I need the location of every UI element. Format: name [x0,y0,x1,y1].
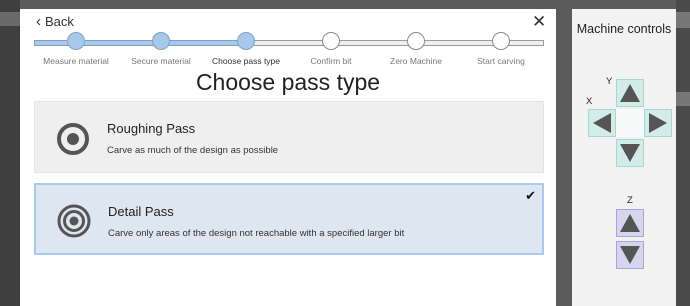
checkmark-icon: ✔ [525,188,536,203]
arrow-left-icon [593,113,611,133]
step-dot [407,32,425,50]
step-dot [492,32,510,50]
step-start-carving: Start carving [459,32,543,66]
carve-dialog: ‹ Back ✕ Measure material Secure materia… [20,9,556,306]
step-dot [152,32,170,50]
background-right-edge [676,0,690,306]
arrow-up-icon [620,84,640,102]
step-dot [237,32,255,50]
jog-x-minus-button[interactable] [588,109,616,137]
jog-x-plus-button[interactable] [644,109,672,137]
concentric-target-icon [57,204,91,238]
progress-stepper: Measure material Secure material Choose … [34,32,544,70]
x-axis-label: X [586,96,593,107]
jog-y-plus-button[interactable] [616,79,644,107]
step-label: Choose pass type [211,56,281,66]
target-icon [57,123,89,155]
option-detail-pass[interactable]: Detail Pass Carve only areas of the desi… [34,183,544,255]
background-left-edge [0,0,20,306]
jog-y-minus-button[interactable] [616,139,644,167]
option-roughing-pass[interactable]: Roughing Pass Carve as much of the desig… [34,101,544,173]
step-label: Confirm bit [310,56,352,66]
z-axis-label: Z [627,195,633,206]
step-secure-material: Secure material [119,32,203,66]
step-label: Measure material [43,56,109,66]
step-zero-machine: Zero Machine [374,32,458,66]
step-label: Secure material [131,56,191,66]
step-measure-material: Measure material [34,32,118,66]
arrow-up-icon [620,214,640,232]
step-label: Zero Machine [390,56,442,66]
step-dot [67,32,85,50]
y-axis-label: Y [606,76,613,87]
back-button[interactable]: ‹ Back [36,14,74,29]
step-dot [322,32,340,50]
option-name: Detail Pass [108,204,174,219]
page-title: Choose pass type [195,69,381,95]
machine-controls-panel: Machine controls Y X Z [572,9,676,306]
jog-z-minus-button[interactable] [616,241,644,269]
back-label: Back [45,14,74,29]
jog-z-plus-button[interactable] [616,209,644,237]
step-choose-pass-type: Choose pass type [204,32,288,66]
machine-controls-title: Machine controls [576,22,672,36]
step-label: Start carving [477,56,525,66]
step-confirm-bit: Confirm bit [289,32,373,66]
close-icon[interactable]: ✕ [532,12,546,32]
option-name: Roughing Pass [107,121,196,136]
arrow-right-icon [649,113,667,133]
option-description: Carve only areas of the design not reach… [108,228,405,239]
option-description: Carve as much of the design as possible [107,145,279,156]
arrow-down-icon [620,246,640,264]
arrow-down-icon [620,144,640,162]
chevron-left-icon: ‹ [36,13,41,30]
jog-center [616,109,644,137]
